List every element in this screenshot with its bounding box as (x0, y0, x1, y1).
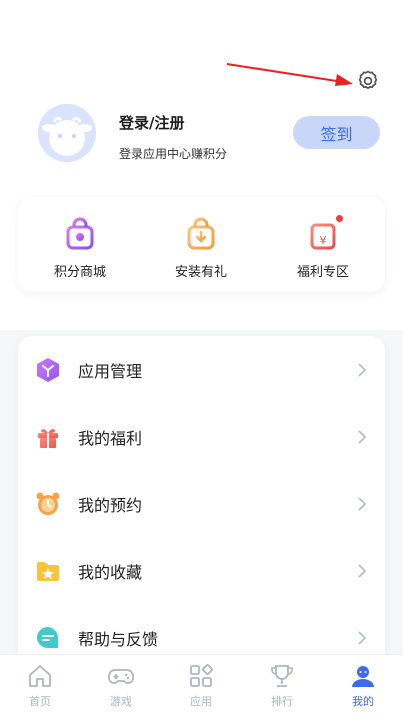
settings-button[interactable] (355, 68, 381, 94)
menu-label: 应用管理 (78, 361, 143, 381)
bottom-navigation: 首页 游戏 应用 排行 我的 (0, 654, 403, 716)
nav-tab-games[interactable]: 游戏 (91, 663, 151, 709)
menu-item-my-favorites[interactable]: 我的收藏 (18, 537, 385, 604)
nav-label: 首页 (29, 695, 51, 708)
menu-item-my-reservations[interactable]: 我的预约 (18, 470, 385, 537)
nav-tab-apps[interactable]: 应用 (171, 663, 231, 709)
nav-label: 游戏 (110, 695, 132, 708)
star-folder-icon (37, 561, 59, 581)
chevron-right-icon (358, 496, 367, 511)
menu-item-app-management[interactable]: 应用管理 (18, 336, 385, 403)
svg-text:¥: ¥ (320, 234, 327, 247)
gamepad-icon (108, 669, 134, 684)
menu-label: 我的收藏 (78, 562, 143, 582)
menu-list-card: 应用管理 我的福利 我的预约 我的收藏 帮助与反馈 (18, 336, 385, 676)
menu-label: 我的预约 (78, 495, 143, 515)
quick-label: 福利专区 (296, 265, 349, 280)
chat-bubble-icon (37, 626, 59, 648)
nav-label: 我的 (352, 695, 374, 708)
nav-tab-home[interactable]: 首页 (10, 663, 70, 709)
cow-avatar-icon (38, 104, 96, 162)
annotation-arrow (226, 63, 353, 86)
nav-label: 应用 (190, 695, 212, 708)
menu-label: 我的福利 (78, 428, 143, 448)
avatar[interactable] (38, 104, 96, 162)
quick-item-install-gift[interactable]: 安装有礼 (141, 217, 261, 280)
nav-tab-mine[interactable]: 我的 (333, 663, 393, 709)
notification-dot (336, 215, 343, 222)
home-icon (29, 665, 51, 687)
gear-icon (358, 70, 378, 89)
quick-actions-card: 积分商城 安装有礼 ¥ 福利专区 (18, 197, 385, 292)
quick-label: 安装有礼 (174, 265, 227, 280)
install-gift-icon (187, 217, 215, 250)
login-title[interactable]: 登录/注册 (119, 112, 184, 133)
menu-label: 帮助与反馈 (78, 629, 159, 649)
quick-item-points-mall[interactable]: 积分商城 (20, 217, 140, 280)
gift-icon (38, 428, 58, 448)
shopping-bag-icon (66, 217, 94, 250)
login-subtitle: 登录应用中心赚积分 (119, 147, 228, 161)
nav-label: 排行 (271, 695, 293, 708)
nav-tab-ranking[interactable]: 排行 (252, 663, 312, 709)
app-management-icon (37, 357, 59, 382)
chevron-right-icon (358, 563, 367, 578)
menu-item-my-welfare[interactable]: 我的福利 (18, 403, 385, 470)
quick-item-welfare-zone[interactable]: ¥ 福利专区 (263, 215, 383, 280)
trophy-icon (271, 665, 293, 687)
signin-button[interactable]: 签到 (293, 116, 380, 149)
chevron-right-icon (358, 362, 367, 377)
chevron-right-icon (358, 630, 367, 645)
apps-icon (190, 664, 213, 687)
alarm-clock-icon (36, 492, 60, 515)
welfare-icon: ¥ (310, 223, 336, 250)
quick-label: 积分商城 (53, 265, 106, 280)
chevron-right-icon (358, 429, 367, 444)
user-icon (352, 666, 374, 687)
